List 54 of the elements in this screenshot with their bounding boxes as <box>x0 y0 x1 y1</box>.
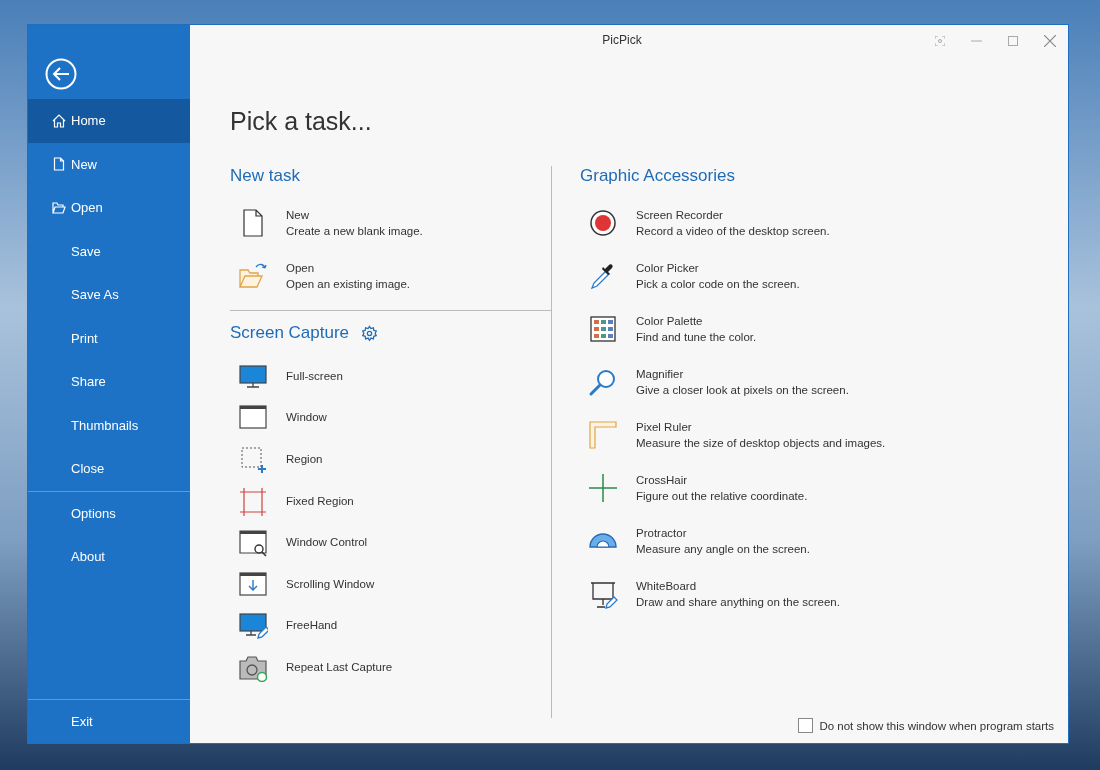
window-magnifier-icon <box>238 527 268 558</box>
sidebar-item[interactable]: New <box>28 142 190 186</box>
folder-icon <box>52 200 66 215</box>
sidebar-item[interactable]: Thumbnails <box>28 403 190 447</box>
exit-item[interactable]: Exit <box>28 699 190 743</box>
accessory-item[interactable]: Color Picker Pick a color code on the screen. <box>580 249 886 302</box>
sidebar-item[interactable]: Share <box>28 360 190 404</box>
capture-item[interactable]: Scrolling Window <box>230 562 551 605</box>
settings-icon[interactable] <box>361 324 379 342</box>
capture-item[interactable]: Window <box>230 396 551 439</box>
sidebar-item[interactable]: Print <box>28 316 190 360</box>
accessory-item[interactable]: WhiteBoard Draw and share anything on the screen. <box>580 567 886 620</box>
dashed-rectangle-icon <box>238 444 268 474</box>
page-heading: Pick a task... <box>230 107 373 136</box>
task-item[interactable]: New Create a new blank image. <box>230 196 551 249</box>
monitor-pencil-icon <box>238 610 268 641</box>
capture-item[interactable]: FreeHand <box>230 604 551 647</box>
checkbox[interactable] <box>798 718 814 733</box>
capture-item[interactable]: Window Control <box>230 521 551 563</box>
accessory-item[interactable]: Color Palette Find and tune the color. <box>580 302 886 355</box>
section-title: Graphic Accessories <box>580 166 736 186</box>
accessory-item[interactable]: Protractor Measure any angle on the screen. <box>580 514 886 567</box>
maximize-icon[interactable] <box>1008 36 1018 46</box>
crop-frame-icon <box>238 485 268 516</box>
accessory-item[interactable]: CrossHair Figure out the relative coordinate. <box>580 461 886 514</box>
palette-grid-icon <box>588 313 618 344</box>
accessory-item[interactable]: Magnifier Give a closer look at pixels on the screen. <box>580 355 886 408</box>
close-icon[interactable] <box>1044 35 1056 47</box>
back-button[interactable] <box>45 58 77 90</box>
task-item[interactable]: Open Open an existing image. <box>230 249 551 302</box>
record-icon <box>588 207 618 238</box>
page-icon <box>52 157 66 172</box>
capture-item[interactable]: Fixed Region <box>230 479 551 522</box>
section-title: New task <box>230 166 301 186</box>
capture-item[interactable]: Repeat Last Capture <box>230 646 551 688</box>
sidebar-item[interactable]: Home <box>28 99 190 143</box>
checkbox-label: Do not show this window when program starts <box>819 719 1054 732</box>
sidebar-item[interactable]: Close <box>28 447 190 491</box>
sidebar-item[interactable]: Save <box>28 229 190 273</box>
capture-icon[interactable] <box>935 36 945 46</box>
sidebar-item[interactable]: Open <box>28 186 190 230</box>
sidebar-item[interactable]: Options <box>28 491 190 535</box>
ruler-icon <box>588 419 618 450</box>
section-title: Screen Capture <box>230 323 350 343</box>
capture-item[interactable]: Region <box>230 438 551 480</box>
sidebar-item[interactable]: About <box>28 535 190 579</box>
window-title: PicPick <box>602 33 642 47</box>
accessory-item[interactable]: Pixel Ruler Measure the size of desktop objects and images. <box>580 408 886 461</box>
accessory-item[interactable]: Screen Recorder Record a video of the desktop screen. <box>580 196 886 249</box>
capture-item[interactable]: Full-screen <box>230 355 551 397</box>
sidebar-item[interactable]: Save As <box>28 273 190 317</box>
crosshair-icon <box>588 472 618 503</box>
home-icon <box>52 113 66 128</box>
protractor-icon <box>588 532 618 549</box>
